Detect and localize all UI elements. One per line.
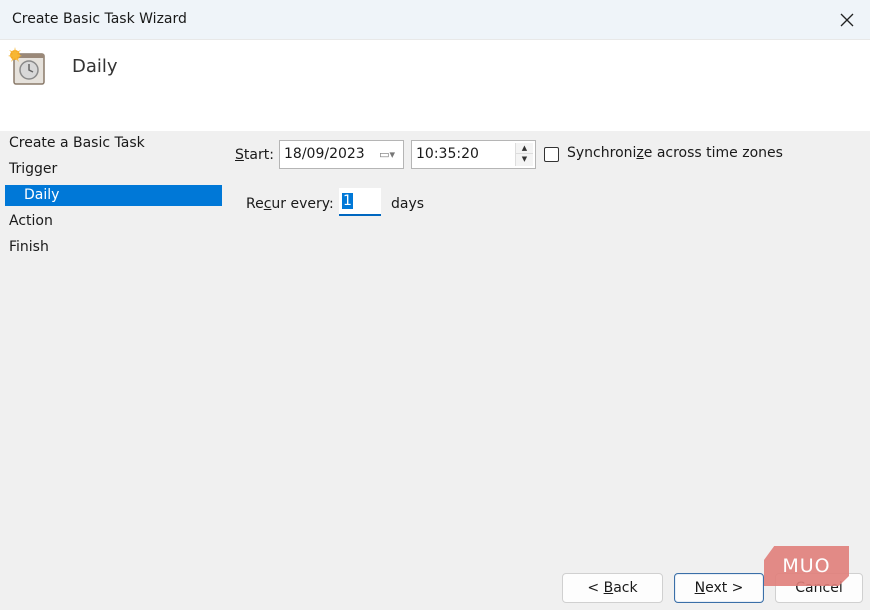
spin-up-icon[interactable]: ▲ — [516, 143, 533, 154]
start-date-value: 18/09/2023 — [284, 146, 365, 162]
calendar-dropdown-icon[interactable]: ▭▾ — [379, 141, 395, 168]
recur-every-label: Recur every: — [246, 196, 334, 212]
title-bar: Create Basic Task Wizard — [0, 0, 870, 40]
recur-every-value: 1 — [342, 193, 353, 209]
step-action[interactable]: Action — [5, 211, 222, 232]
close-button[interactable] — [824, 0, 870, 40]
recur-unit-label: days — [391, 196, 425, 212]
back-button[interactable]: < Back — [562, 573, 663, 603]
start-label: Start: — [235, 147, 274, 163]
muo-watermark-logo: MUO — [764, 546, 849, 586]
start-time-input[interactable]: 10:35:20 ▲ ▼ — [411, 140, 536, 169]
sync-time-zones-checkbox[interactable] — [544, 147, 559, 162]
close-icon — [840, 13, 854, 27]
recur-every-input[interactable]: 1 — [339, 188, 381, 216]
next-button[interactable]: Next > — [674, 573, 764, 603]
step-create-basic-task[interactable]: Create a Basic Task — [5, 133, 222, 154]
step-daily[interactable]: Daily — [5, 185, 222, 206]
step-finish[interactable]: Finish — [5, 237, 222, 258]
sync-time-zones-label[interactable]: Synchronize across time zones — [567, 145, 783, 161]
trigger-settings-panel: Start: 18/09/2023 ▭▾ 10:35:20 ▲ ▼ Synchr… — [228, 131, 870, 610]
wizard-header: Daily — [0, 40, 870, 131]
step-trigger[interactable]: Trigger — [5, 159, 222, 180]
start-time-value: 10:35:20 — [416, 146, 479, 162]
window-title: Create Basic Task Wizard — [12, 11, 187, 27]
page-title: Daily — [72, 56, 118, 77]
time-spinner[interactable]: ▲ ▼ — [515, 143, 533, 166]
spin-down-icon[interactable]: ▼ — [516, 154, 533, 165]
start-date-picker[interactable]: 18/09/2023 ▭▾ — [279, 140, 404, 169]
task-scheduler-clock-icon — [8, 47, 45, 85]
wizard-steps-sidebar: Create a Basic Task Trigger Daily Action… — [0, 131, 228, 610]
